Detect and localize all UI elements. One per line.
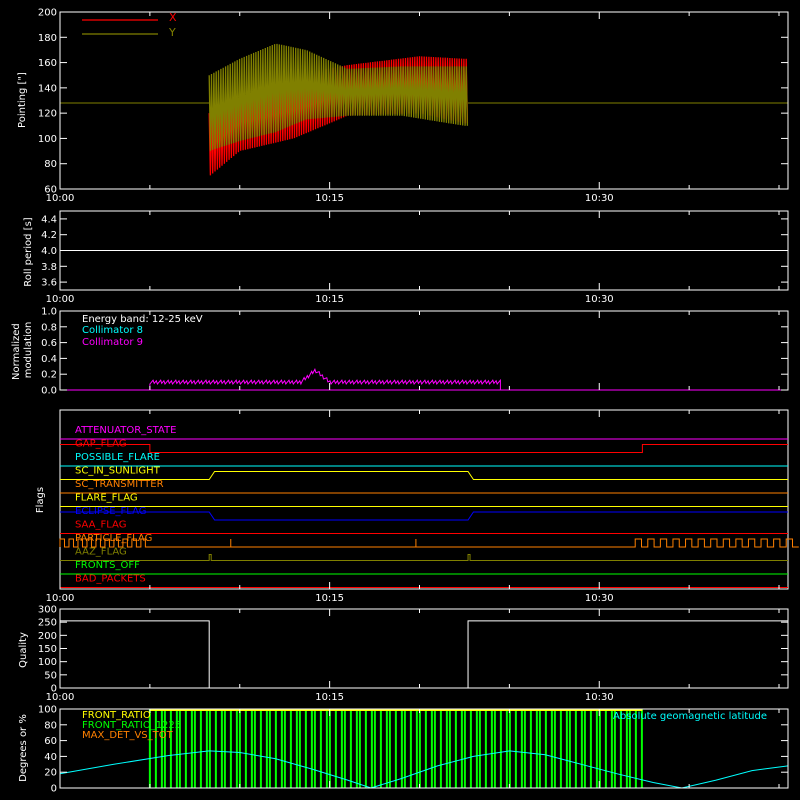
quality-ylabel: Quality [18,632,29,668]
y-tick-label: 150 [38,644,57,655]
y-tick-label: 200 [38,631,57,642]
y-tick-label: 20 [44,768,57,779]
rhessi-summary-plot: 6080100120140160180200 Pointing ["] X Y … [0,0,800,800]
ratio-ylabel: Degrees or % [18,714,29,782]
flags-ylabel: Flags [35,487,46,513]
geomag-latitude-label: Absolute geomagnetic latitude [613,711,767,722]
y-tick-label: 4.4 [41,214,57,225]
x-tick-label: 10:15 [315,593,344,604]
pointing-ylabel: Pointing ["] [17,72,28,128]
y-tick-label: 100 [38,705,57,716]
y-tick-label: 100 [38,657,57,668]
y-tick-label: 160 [38,58,57,69]
flag-sc-in-sunlight-label: SC_IN_SUNLIGHT [75,466,161,477]
y-tick-label: 120 [38,109,57,120]
y-tick-label: 60 [44,736,57,747]
legend-collimator9: Collimator 9 [82,337,143,348]
flag-sc-transmitter-label: SC_TRANSMITTER [75,479,164,490]
y-tick-label: 300 [38,605,57,616]
y-tick-label: 4.0 [41,246,57,257]
y-tick-label: 0.6 [41,338,57,349]
y-tick-label: 140 [38,83,57,94]
y-tick-label: 250 [38,618,57,629]
flag-bad-packets-label: BAD_PACKETS [75,574,146,585]
y-tick-label: 40 [44,752,57,763]
roll-period-ylabel: Roll period [s] [23,217,34,286]
energy-band-label: Energy band: 12-25 keV [82,314,203,325]
y-tick-label: 80 [44,159,57,170]
y-tick-label: 0 [51,784,57,795]
legend-collimator8: Collimator 8 [82,325,143,336]
flag-flare-flag-label: FLARE_FLAG [75,493,138,504]
x-tick-label: 10:30 [585,692,614,703]
legend-y-label: Y [168,26,176,39]
y-tick-label: 0.8 [41,322,57,333]
y-tick-label: 0.2 [41,370,57,381]
x-tick-label: 10:00 [46,692,75,703]
x-tick-label: 10:15 [315,294,344,305]
x-tick-label: 10:00 [46,593,75,604]
y-tick-label: 3.8 [41,262,57,273]
y-tick-label: 180 [38,33,57,44]
modulation-ylabel-line2: modulation [23,322,34,379]
x-tick-label: 10:00 [46,193,75,204]
legend-x-label: X [169,11,177,24]
y-tick-label: 0.0 [41,386,57,397]
flag-aaz-flag-label: AAZ_FLAG [75,547,127,558]
y-tick-label: 80 [44,720,57,731]
modulation-ylabel-line1: Normalized [11,323,22,380]
y-tick-label: 3.6 [41,278,57,289]
legend-max-det-vs-tot: MAX_DET_VS_TOT [82,730,174,741]
flag-saa-flag-label: SAA_FLAG [75,520,126,531]
x-tick-label: 10:00 [46,294,75,305]
x-tick-label: 10:30 [585,294,614,305]
y-tick-label: 200 [38,8,57,19]
modulation-ylabel: Normalized modulation [11,320,34,380]
y-tick-label: 1.0 [41,307,57,318]
flag-possible-flare-label: POSSIBLE_FLARE [75,452,160,463]
y-tick-label: 50 [44,670,57,681]
flag-attenuator-state-label: ATTENUATOR_STATE [75,425,176,436]
x-tick-label: 10:15 [315,692,344,703]
x-tick-label: 10:15 [315,193,344,204]
x-tick-label: 10:30 [585,593,614,604]
y-tick-label: 4.2 [41,230,57,241]
y-tick-label: 100 [38,134,57,145]
flag-fronts-off-label: FRONTS_OFF [75,560,140,571]
y-tick-label: 0.4 [41,354,57,365]
x-tick-label: 10:30 [585,193,614,204]
